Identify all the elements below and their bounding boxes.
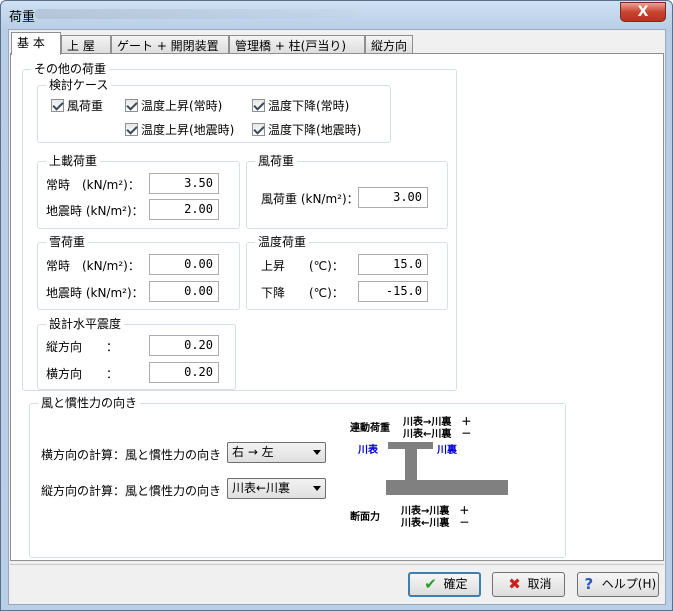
direction-group: 風と慣性力の向き 横方向の計算：風と慣性力の向き 右 → 左 縦方向の計算：風と…	[29, 396, 566, 558]
tab-bridge[interactable]: 管理橋 + 柱(戸当り)	[229, 35, 365, 54]
deck-normal-input[interactable]: 3.50	[149, 173, 219, 194]
direction-diagram: 連動荷重 川表→川裏 ＋ 川表←川裏 － 川表 川裏 断面力 川表→川裏 ＋ 川…	[350, 410, 510, 550]
lateral-direction-select[interactable]: 右 → 左	[227, 442, 326, 463]
seismic-long-input[interactable]: 0.20	[149, 335, 219, 356]
deck-load-group: 上載荷重 常時 (kN/m²)： 3.50 地震時 (kN/m²)： 2.00	[37, 154, 240, 229]
tab-upper-house[interactable]: 上 屋	[61, 35, 111, 54]
snow-load-group: 雪荷重 常時 (kN/m²)： 0.00 地震時 (kN/m²)： 0.00	[37, 235, 240, 310]
direction-title: 風と慣性力の向き	[38, 396, 141, 410]
check-temp-drop-seismic[interactable]: 温度下降(地震時)	[252, 121, 361, 138]
gate-structure-icon	[386, 442, 508, 495]
longitudinal-direction-select[interactable]: 川表←川裏	[227, 478, 326, 499]
case-group: 検討ケース 風荷重 温度上昇(常時) 温度下降(常時) 温度上昇(地震時) 温度…	[37, 78, 391, 143]
close-button[interactable]: X	[620, 2, 666, 22]
seismic-lat-input[interactable]: 0.20	[149, 362, 219, 383]
title-path-blur	[35, 9, 355, 19]
status-bar	[10, 564, 664, 586]
chevron-down-icon	[313, 450, 321, 455]
seismic-long-label: 縦方向 ：	[46, 340, 119, 354]
title-bar[interactable]: 荷重 X	[1, 1, 672, 27]
snow-load-title: 雪荷重	[46, 235, 89, 249]
tab-longitudinal[interactable]: 縦方向	[365, 35, 413, 54]
check-temp-drop-normal[interactable]: 温度下降(常時)	[252, 97, 349, 114]
snow-normal-label: 常時 (kN/m²)：	[46, 259, 140, 273]
deck-seismic-input[interactable]: 2.00	[149, 199, 219, 220]
temp-load-title: 温度荷重	[255, 235, 310, 249]
diagram-bottom-title: 断面力	[350, 512, 380, 523]
temp-drop-input[interactable]: -15.0	[358, 281, 428, 302]
checkbox-icon	[51, 99, 64, 112]
snow-normal-input[interactable]: 0.00	[149, 254, 219, 275]
longitudinal-direction-label: 縦方向の計算：風と慣性力の向き	[41, 484, 222, 498]
wind-load-group: 風荷重 風荷重 (kN/m²)： 3.00	[246, 154, 448, 229]
ok-button[interactable]: ✔ 確定	[408, 572, 481, 597]
wind-load-label: 風荷重 (kN/m²)：	[261, 192, 359, 206]
cancel-button[interactable]: ✖ 取消	[492, 572, 565, 597]
checkbox-icon	[252, 123, 265, 136]
seismic-title: 設計水平震度	[46, 317, 125, 331]
seismic-group: 設計水平震度 縦方向 ： 0.20 横方向 ： 0.20	[37, 317, 236, 390]
checkbox-icon	[125, 99, 138, 112]
temp-drop-label: 下降 (℃)：	[261, 286, 344, 300]
snow-seismic-label: 地震時 (kN/m²)：	[46, 286, 144, 300]
check-wind[interactable]: 風荷重	[51, 97, 103, 114]
other-loads-title: その他の荷重	[31, 62, 110, 76]
temp-rise-input[interactable]: 15.0	[358, 254, 428, 275]
check-temp-rise-seismic[interactable]: 温度上昇(地震時)	[125, 121, 234, 138]
wind-load-title: 風荷重	[255, 154, 298, 168]
snow-seismic-input[interactable]: 0.00	[149, 281, 219, 302]
seismic-lat-label: 横方向 ：	[46, 367, 119, 381]
case-title: 検討ケース	[46, 78, 112, 92]
diagram-bottom-line2: 川表←川裏 －	[401, 518, 470, 529]
dialog-client: 基 本 上 屋 ゲート + 開閉装置 管理橋 + 柱(戸当り) 縦方向 その他の…	[8, 29, 666, 605]
other-loads-group: その他の荷重 検討ケース 風荷重 温度上昇(常時) 温度下降(常時) 温度上昇(…	[22, 62, 457, 391]
deck-seismic-label: 地震時 (kN/m²)：	[46, 204, 144, 218]
help-question-icon: ?	[584, 575, 594, 593]
window-title: 荷重	[9, 10, 36, 25]
cross-icon: ✖	[508, 575, 521, 593]
tab-basic[interactable]: 基 本	[11, 32, 61, 55]
checkmark-icon: ✔	[424, 575, 437, 593]
deck-normal-label: 常時 (kN/m²)：	[46, 178, 140, 192]
tab-gate[interactable]: ゲート + 開閉装置	[111, 35, 229, 54]
temp-rise-label: 上昇 (℃)：	[261, 259, 344, 273]
chevron-down-icon	[313, 486, 321, 491]
dialog-window: 荷重 X 基 本 上 屋 ゲート + 開閉装置 管理橋 + 柱(戸当り) 縦方向…	[0, 0, 673, 611]
wind-load-input[interactable]: 3.00	[358, 187, 428, 208]
tab-panel: その他の荷重 検討ケース 風荷重 温度上昇(常時) 温度下降(常時) 温度上昇(…	[10, 53, 664, 561]
deck-load-title: 上載荷重	[46, 154, 101, 168]
diagram-bottom-line1: 川表→川裏 ＋	[401, 506, 470, 517]
help-button[interactable]: ? ヘルプ(H)	[577, 572, 659, 597]
checkbox-icon	[252, 99, 265, 112]
lateral-direction-label: 横方向の計算：風と慣性力の向き	[41, 448, 222, 462]
check-temp-rise-normal[interactable]: 温度上昇(常時)	[125, 97, 222, 114]
checkbox-icon	[125, 123, 138, 136]
temp-load-group: 温度荷重 上昇 (℃)： 15.0 下降 (℃)： -15.0	[246, 235, 448, 310]
